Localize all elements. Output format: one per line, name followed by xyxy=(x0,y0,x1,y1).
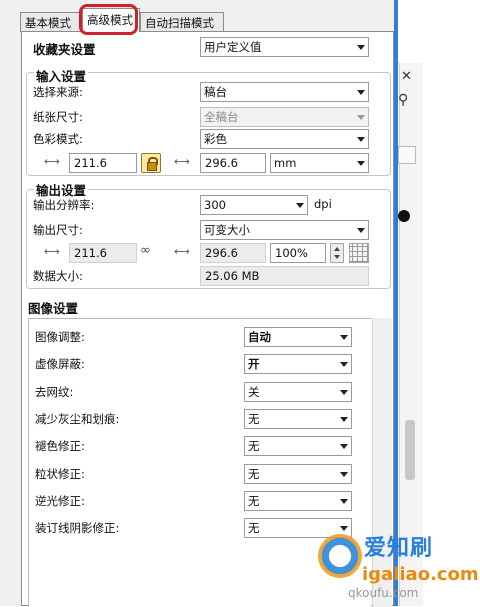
chevron-down-icon xyxy=(340,362,348,367)
background-frame xyxy=(399,63,423,606)
chevron-down-icon xyxy=(357,90,365,95)
backlight-correction-label: 逆光修正: xyxy=(35,494,85,508)
source-value: 稿台 xyxy=(204,85,227,99)
chevron-down-icon xyxy=(357,228,365,233)
unit-select[interactable]: mm xyxy=(270,153,369,173)
data-size-label: 数据大小: xyxy=(33,269,83,283)
input-width-field[interactable]: 211.6 xyxy=(69,153,137,173)
input-header: 输入设置 xyxy=(34,66,89,85)
favorites-select[interactable]: 用户定义值 xyxy=(200,37,369,57)
unsharp-mask-value: 开 xyxy=(248,357,260,371)
color-mode-value: 彩色 xyxy=(204,132,227,146)
chevron-down-icon xyxy=(340,499,348,504)
unsharp-mask-label: 虚像屏蔽: xyxy=(35,357,85,371)
chevron-down-icon xyxy=(340,335,348,340)
dust-removal-value: 无 xyxy=(248,412,260,426)
close-icon[interactable]: ✕ xyxy=(401,70,415,84)
data-size-value: 25.06 MB xyxy=(200,266,369,286)
descreening-select[interactable]: 关 xyxy=(244,382,352,402)
color-restoration-select[interactable]: 无 xyxy=(244,436,352,456)
output-size-select[interactable]: 可变大小 xyxy=(200,220,369,240)
paper-size-label: 纸张尺寸: xyxy=(33,110,83,124)
binding-shadow-select[interactable]: 无 xyxy=(244,518,352,538)
window-edge xyxy=(394,0,398,606)
paper-size-select: 全稿台 xyxy=(200,107,369,127)
favorites-value: 用户定义值 xyxy=(204,40,262,54)
background-avatar xyxy=(398,210,410,222)
dust-removal-select[interactable]: 无 xyxy=(244,409,352,429)
output-size-label: 输出尺寸: xyxy=(33,223,83,237)
resolution-value: 300 xyxy=(204,198,226,212)
resolution-unit: dpi xyxy=(314,197,332,211)
grain-reduction-select[interactable]: 无 xyxy=(244,464,352,484)
grain-reduction-value: 无 xyxy=(248,467,260,481)
background-tab xyxy=(398,146,416,164)
tab-advanced-mode[interactable]: 高级模式 xyxy=(82,8,140,32)
output-width-field: 211.6 xyxy=(69,243,137,263)
descreening-value: 关 xyxy=(248,385,260,399)
chevron-down-icon xyxy=(357,137,365,142)
chevron-down-icon xyxy=(340,472,348,477)
chevron-down-icon xyxy=(340,444,348,449)
height-icon: ⟷ xyxy=(174,155,190,168)
paper-size-value: 全稿台 xyxy=(204,110,239,124)
resolution-select[interactable]: 300 xyxy=(200,195,308,215)
color-restoration-value: 无 xyxy=(248,439,260,453)
descreening-label: 去网纹: xyxy=(35,385,74,399)
grid-icon[interactable] xyxy=(349,243,369,263)
tab-auto-scan-mode[interactable]: 自动扫描模式 xyxy=(140,12,224,32)
background-scrollbar[interactable] xyxy=(405,420,415,480)
scale-field[interactable]: 100% xyxy=(270,243,326,263)
image-settings-header: 图像设置 xyxy=(28,301,79,316)
chevron-down-icon xyxy=(340,526,348,531)
link-icon[interactable]: ∞ xyxy=(140,244,151,258)
chevron-down-icon xyxy=(296,203,304,208)
color-restoration-label: 褪色修正: xyxy=(35,439,85,453)
output-height-field: 296.6 xyxy=(200,243,266,263)
height-icon: ⟷ xyxy=(174,245,190,258)
resolution-label: 输出分辨率: xyxy=(33,198,95,212)
chevron-down-icon xyxy=(340,417,348,422)
favorites-label: 收藏夹设置 xyxy=(33,42,96,57)
scanner-dialog: 基本模式 高级模式 自动扫描模式 收藏夹设置 用户定义值 输入设置 选择来源: … xyxy=(0,0,398,607)
backlight-correction-value: 无 xyxy=(248,494,260,508)
color-mode-select[interactable]: 彩色 xyxy=(200,129,369,149)
binding-shadow-label: 装订线阴影修正: xyxy=(35,521,120,535)
unit-value: mm xyxy=(274,156,297,170)
chevron-down-icon xyxy=(357,161,365,166)
source-label: 选择来源: xyxy=(33,85,83,99)
width-icon: ⟷ xyxy=(44,245,60,258)
chevron-down-icon xyxy=(357,45,365,50)
unsharp-mask-select[interactable]: 开 xyxy=(244,354,352,374)
color-mode-label: 色彩模式: xyxy=(33,132,83,146)
width-icon: ⟷ xyxy=(44,155,60,168)
chevron-down-icon xyxy=(340,390,348,395)
scale-stepper[interactable] xyxy=(330,243,344,263)
chevron-down-icon xyxy=(357,115,365,120)
search-icon[interactable]: ⚲ xyxy=(398,92,416,110)
grain-reduction-label: 粒状修正: xyxy=(35,467,85,481)
source-select[interactable]: 稿台 xyxy=(200,82,369,102)
image-adjust-label: 图像调整: xyxy=(35,330,85,344)
settings-panel: 收藏夹设置 用户定义值 输入设置 选择来源: 稿台 纸张尺寸: 全稿台 色彩模式… xyxy=(21,31,394,607)
image-settings-list: 图像调整: 自动 虚像屏蔽: 开 去网纹: 关 减少灰尘和划痕: 无 褪色修正:… xyxy=(28,318,371,607)
output-size-value: 可变大小 xyxy=(204,223,250,237)
image-adjust-select[interactable]: 自动 xyxy=(244,327,352,347)
lock-icon[interactable] xyxy=(141,153,161,173)
tab-basic-mode[interactable]: 基本模式 xyxy=(20,12,82,32)
input-height-field[interactable]: 296.6 xyxy=(200,153,266,173)
image-settings-scrollbar[interactable] xyxy=(372,318,392,607)
image-adjust-value: 自动 xyxy=(248,330,271,344)
binding-shadow-value: 无 xyxy=(248,521,260,535)
dust-removal-label: 减少灰尘和划痕: xyxy=(35,412,120,426)
backlight-correction-select[interactable]: 无 xyxy=(244,491,352,511)
